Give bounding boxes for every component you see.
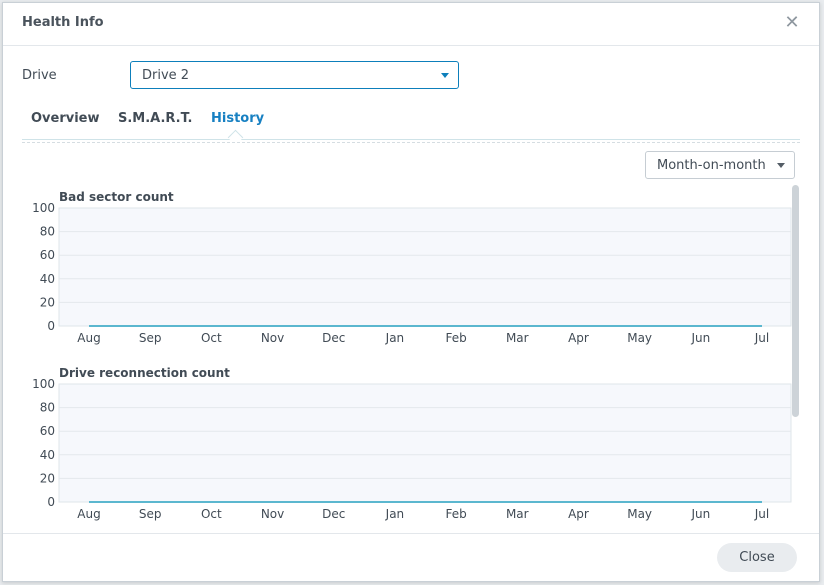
chart-plot-area (58, 383, 792, 503)
y-tick-label: 80 (40, 401, 55, 415)
x-tick-label: Apr (568, 331, 589, 345)
drive-select[interactable]: Drive 2 (130, 61, 459, 89)
x-tick-label: Dec (322, 331, 345, 345)
chevron-down-icon (777, 163, 785, 168)
y-tick-label: 20 (40, 471, 55, 485)
dialog-footer: Close (3, 533, 819, 581)
close-icon[interactable]: ✕ (783, 14, 801, 32)
history-charts: Bad sector count 0 20 40 60 80 100 Aug Sep Oct Nov… (32, 190, 792, 521)
chevron-down-icon (441, 73, 449, 78)
tab-smart[interactable]: S.M.A.R.T. (118, 111, 192, 126)
x-tick-label: Aug (77, 507, 100, 521)
dialog-title: Health Info (22, 15, 104, 30)
y-tick-label: 0 (47, 319, 55, 333)
x-tick-label: Oct (201, 331, 222, 345)
x-tick-label: Dec (322, 507, 345, 521)
health-info-dialog: Health Info ✕ Drive Drive 2 Overview S.M… (2, 2, 820, 582)
period-select[interactable]: Month-on-month (645, 151, 795, 179)
y-tick-label: 80 (40, 225, 55, 239)
x-tick-label: Jul (754, 507, 769, 521)
x-tick-label: Nov (261, 507, 284, 521)
tab-overview[interactable]: Overview (31, 111, 100, 126)
x-tick-label: May (627, 331, 652, 345)
y-tick-label: 40 (40, 272, 55, 286)
y-tick-label: 40 (40, 448, 55, 462)
scrollbar-thumb[interactable] (792, 185, 799, 417)
x-tick-label: Jun (690, 507, 710, 521)
drive-label: Drive (22, 68, 57, 83)
y-tick-label: 20 (40, 295, 55, 309)
chart-title: Drive reconnection count (59, 366, 230, 380)
period-select-value: Month-on-month (657, 158, 766, 173)
close-button[interactable]: Close (717, 543, 797, 572)
x-tick-label: Apr (568, 507, 589, 521)
x-tick-label: May (627, 507, 652, 521)
x-tick-label: Nov (261, 331, 284, 345)
y-tick-label: 100 (32, 377, 55, 391)
x-tick-label: Oct (201, 507, 222, 521)
x-tick-label: Jul (754, 331, 769, 345)
x-tick-label: Sep (139, 507, 162, 521)
x-tick-label: Feb (445, 331, 466, 345)
x-tick-label: Aug (77, 331, 100, 345)
y-tick-label: 0 (47, 495, 55, 509)
drive-row: Drive Drive 2 (22, 61, 819, 90)
x-tick-label: Jan (385, 507, 405, 521)
drive-select-value: Drive 2 (142, 68, 190, 83)
x-tick-label: Mar (506, 507, 529, 521)
charts-scroll-area[interactable]: Bad sector count 0 20 40 60 80 100 Aug Sep Oct Nov… (22, 183, 802, 525)
dialog-titlebar: Health Info ✕ (3, 3, 819, 46)
chart-plot-area (58, 207, 792, 327)
x-tick-label: Jan (385, 331, 405, 345)
scrollbar[interactable] (791, 183, 800, 525)
x-tick-label: Jun (690, 331, 710, 345)
y-tick-label: 60 (40, 248, 55, 262)
x-tick-label: Sep (139, 331, 162, 345)
tab-history[interactable]: History (211, 111, 264, 126)
x-tick-label: Mar (506, 331, 529, 345)
y-tick-label: 60 (40, 424, 55, 438)
divider (22, 142, 800, 143)
tab-bar: Overview S.M.A.R.T. History (22, 108, 800, 146)
x-tick-label: Feb (445, 507, 466, 521)
y-tick-label: 100 (32, 201, 55, 215)
chart-title: Bad sector count (59, 190, 174, 204)
